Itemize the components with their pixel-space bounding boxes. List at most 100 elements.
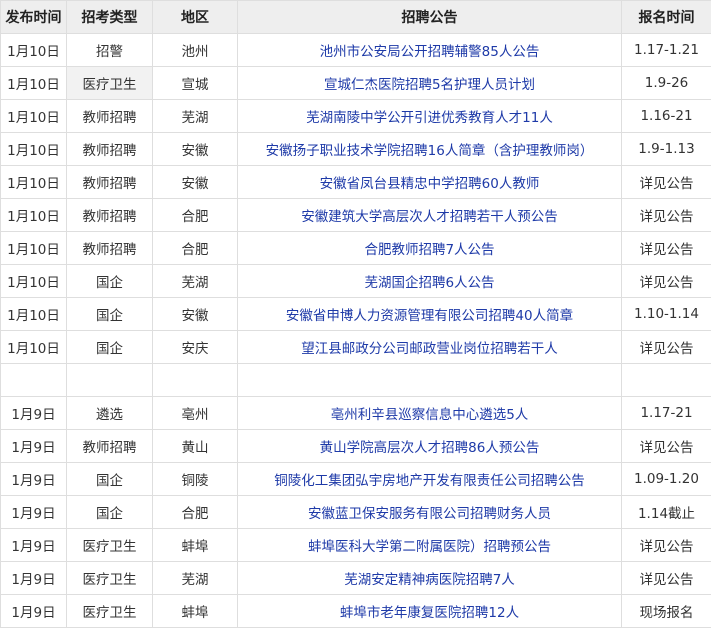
cell-announcement: 合肥教师招聘7人公告 bbox=[238, 232, 622, 265]
empty-cell bbox=[67, 364, 153, 397]
table-row: 1月9日国企合肥 安徽蓝卫保安服务有限公司招聘财务人员 1.14截止 bbox=[1, 496, 711, 529]
cell-registration-time: 现场报名 bbox=[622, 595, 711, 628]
header-registration-time: 报名时间 bbox=[622, 1, 711, 34]
empty-cell bbox=[238, 364, 622, 397]
cell-exam-type: 医疗卫生 bbox=[67, 562, 153, 595]
cell-region: 安徽 bbox=[153, 133, 238, 166]
header-publish-date: 发布时间 bbox=[1, 1, 67, 34]
table-row: 1月9日遴选亳州亳州利辛县巡察信息中心遴选5人1.17-21 bbox=[1, 397, 711, 430]
cell-region: 合肥 bbox=[153, 496, 238, 529]
cell-exam-type: 教师招聘 bbox=[67, 232, 153, 265]
cell-exam-type: 教师招聘 bbox=[67, 430, 153, 463]
table-row: 1月9日医疗卫生蚌埠蚌埠医科大学第二附属医院）招聘预公告详见公告 bbox=[1, 529, 711, 562]
cell-registration-time: 1.09-1.20 bbox=[622, 463, 711, 496]
announcement-link[interactable]: 芜湖南陵中学公开引进优秀教育人才11人 bbox=[306, 110, 553, 126]
table-row: 1月9日医疗卫生芜湖芜湖安定精神病医院招聘7人详见公告 bbox=[1, 562, 711, 595]
cell-publish-date: 1月10日 bbox=[1, 199, 67, 232]
table-row: 1月10日教师招聘合肥合肥教师招聘7人公告详见公告 bbox=[1, 232, 711, 265]
announcement-link[interactable]: 池州市公安局公开招聘辅警85人公告 bbox=[320, 44, 540, 60]
announcement-link[interactable]: 蚌埠医科大学第二附属医院）招聘预公告 bbox=[308, 539, 551, 555]
cell-exam-type: 招警 bbox=[67, 34, 153, 67]
announcement-link[interactable]: 合肥教师招聘7人公告 bbox=[364, 242, 494, 258]
announcement-link[interactable]: 蚌埠市老年康复医院招聘12人 bbox=[340, 605, 519, 621]
cell-publish-date: 1月10日 bbox=[1, 298, 67, 331]
cell-registration-time: 1.17-1.21 bbox=[622, 34, 711, 67]
table-row: 1月10日教师招聘安徽安徽扬子职业技术学院招聘16人简章（含护理教师岗）1.9-… bbox=[1, 133, 711, 166]
cell-announcement: 蚌埠医科大学第二附属医院）招聘预公告 bbox=[238, 529, 622, 562]
table-header: 发布时间 招考类型 地区 招聘公告 报名时间 bbox=[1, 1, 711, 34]
cell-registration-time: 1.17-21 bbox=[622, 397, 711, 430]
table-row: 1月10日医疗卫生宣城宣城仁杰医院招聘5名护理人员计划1.9-26 bbox=[1, 67, 711, 100]
cell-publish-date: 1月10日 bbox=[1, 166, 67, 199]
cell-region: 蚌埠 bbox=[153, 529, 238, 562]
cell-publish-date: 1月9日 bbox=[1, 496, 67, 529]
cell-announcement: 安徽蓝卫保安服务有限公司招聘财务人员 bbox=[238, 496, 622, 529]
cell-announcement: 安徽扬子职业技术学院招聘16人简章（含护理教师岗） bbox=[238, 133, 622, 166]
announcement-link[interactable]: 望江县邮政分公司邮政营业岗位招聘若干人 bbox=[301, 341, 558, 357]
announcement-link[interactable]: 安徽蓝卫保安服务有限公司招聘财务人员 bbox=[308, 506, 551, 522]
table-row: 1月9日国企铜陵铜陵化工集团弘宇房地产开发有限责任公司招聘公告1.09-1.20 bbox=[1, 463, 711, 496]
table-row: 1月9日医疗卫生蚌埠 蚌埠市老年康复医院招聘12人 现场报名 bbox=[1, 595, 711, 628]
table-row: 1月10日教师招聘芜湖芜湖南陵中学公开引进优秀教育人才11人1.16-21 bbox=[1, 100, 711, 133]
cell-region: 芜湖 bbox=[153, 100, 238, 133]
spacer-row bbox=[1, 364, 711, 397]
announcement-link[interactable]: 芜湖安定精神病医院招聘7人 bbox=[344, 572, 515, 588]
cell-exam-type: 教师招聘 bbox=[67, 133, 153, 166]
cell-exam-type: 国企 bbox=[67, 298, 153, 331]
cell-region: 芜湖 bbox=[153, 265, 238, 298]
cell-announcement: 安徽省凤台县精忠中学招聘60人教师 bbox=[238, 166, 622, 199]
cell-exam-type: 国企 bbox=[67, 463, 153, 496]
table-row: 1月10日国企安徽安徽省申博人力资源管理有限公司招聘40人简章1.10-1.14 bbox=[1, 298, 711, 331]
announcement-link[interactable]: 亳州利辛县巡察信息中心遴选5人 bbox=[331, 407, 529, 423]
cell-publish-date: 1月10日 bbox=[1, 100, 67, 133]
cell-region: 亳州 bbox=[153, 397, 238, 430]
cell-publish-date: 1月9日 bbox=[1, 595, 67, 628]
cell-registration-time: 详见公告 bbox=[622, 232, 711, 265]
cell-announcement: 亳州利辛县巡察信息中心遴选5人 bbox=[238, 397, 622, 430]
cell-exam-type: 医疗卫生 bbox=[67, 595, 153, 628]
cell-region: 宣城 bbox=[153, 67, 238, 100]
cell-announcement: 蚌埠市老年康复医院招聘12人 bbox=[238, 595, 622, 628]
cell-registration-time: 1.14截止 bbox=[622, 496, 711, 529]
cell-registration-time: 详见公告 bbox=[622, 331, 711, 364]
empty-cell bbox=[1, 364, 67, 397]
announcement-link[interactable]: 宣城仁杰医院招聘5名护理人员计划 bbox=[324, 77, 535, 93]
table-row: 1月10日招警池州 池州市公安局公开招聘辅警85人公告 1.17-1.21 bbox=[1, 34, 711, 67]
cell-region: 池州 bbox=[153, 34, 238, 67]
cell-registration-time: 1.9-1.13 bbox=[622, 133, 711, 166]
cell-exam-type: 国企 bbox=[67, 496, 153, 529]
cell-publish-date: 1月10日 bbox=[1, 34, 67, 67]
announcement-link[interactable]: 铜陵化工集团弘宇房地产开发有限责任公司招聘公告 bbox=[274, 473, 585, 489]
cell-announcement: 芜湖安定精神病医院招聘7人 bbox=[238, 562, 622, 595]
cell-region: 安徽 bbox=[153, 298, 238, 331]
cell-exam-type: 教师招聘 bbox=[67, 100, 153, 133]
cell-announcement: 铜陵化工集团弘宇房地产开发有限责任公司招聘公告 bbox=[238, 463, 622, 496]
cell-exam-type: 教师招聘 bbox=[67, 166, 153, 199]
cell-region: 安庆 bbox=[153, 331, 238, 364]
cell-announcement: 池州市公安局公开招聘辅警85人公告 bbox=[238, 34, 622, 67]
empty-cell bbox=[622, 364, 711, 397]
announcement-link[interactable]: 安徽省凤台县精忠中学招聘60人教师 bbox=[320, 176, 540, 192]
empty-cell bbox=[153, 364, 238, 397]
recruitment-table: 发布时间 招考类型 地区 招聘公告 报名时间 1月10日招警池州池州市公安局公开… bbox=[0, 0, 711, 628]
announcement-link[interactable]: 安徽建筑大学高层次人才招聘若干人预公告 bbox=[301, 209, 558, 225]
announcement-link[interactable]: 安徽扬子职业技术学院招聘16人简章（含护理教师岗） bbox=[266, 143, 594, 159]
cell-publish-date: 1月9日 bbox=[1, 430, 67, 463]
table-row: 1月9日教师招聘黄山黄山学院高层次人才招聘86人预公告详见公告 bbox=[1, 430, 711, 463]
header-region: 地区 bbox=[153, 1, 238, 34]
cell-exam-type: 国企 bbox=[67, 265, 153, 298]
announcement-link[interactable]: 芜湖国企招聘6人公告 bbox=[364, 275, 494, 291]
cell-region: 蚌埠 bbox=[153, 595, 238, 628]
cell-announcement: 芜湖国企招聘6人公告 bbox=[238, 265, 622, 298]
cell-publish-date: 1月10日 bbox=[1, 232, 67, 265]
announcement-link[interactable]: 安徽省申博人力资源管理有限公司招聘40人简章 bbox=[286, 308, 573, 324]
cell-announcement: 望江县邮政分公司邮政营业岗位招聘若干人 bbox=[238, 331, 622, 364]
cell-publish-date: 1月10日 bbox=[1, 67, 67, 100]
table-row: 1月10日教师招聘合肥安徽建筑大学高层次人才招聘若干人预公告详见公告 bbox=[1, 199, 711, 232]
cell-announcement: 芜湖南陵中学公开引进优秀教育人才11人 bbox=[238, 100, 622, 133]
cell-region: 铜陵 bbox=[153, 463, 238, 496]
cell-registration-time: 详见公告 bbox=[622, 199, 711, 232]
cell-announcement: 安徽省申博人力资源管理有限公司招聘40人简章 bbox=[238, 298, 622, 331]
cell-exam-type: 国企 bbox=[67, 331, 153, 364]
announcement-link[interactable]: 黄山学院高层次人才招聘86人预公告 bbox=[320, 440, 540, 456]
